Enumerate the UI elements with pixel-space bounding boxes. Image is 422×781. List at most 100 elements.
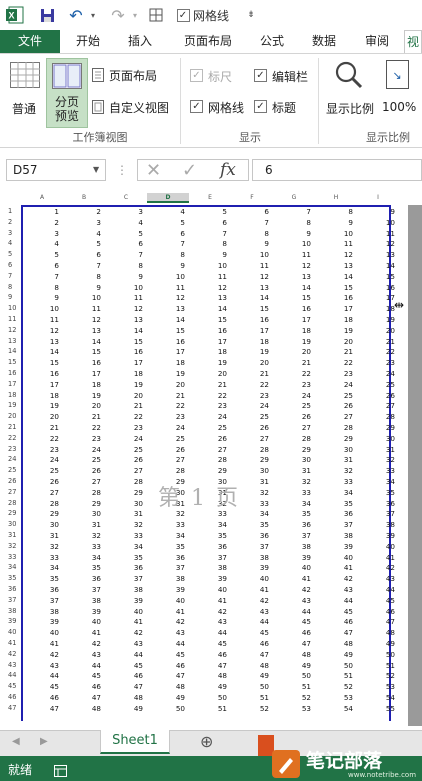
cell-b20[interactable]: 21 <box>63 412 101 421</box>
cell-c46[interactable]: 48 <box>105 693 143 702</box>
name-box-dropdown-icon[interactable]: ▼ <box>93 165 99 174</box>
row-header[interactable]: 42 <box>8 650 21 658</box>
cell-g20[interactable]: 26 <box>273 412 311 421</box>
cell-b5[interactable]: 6 <box>63 250 101 259</box>
row-header[interactable]: 46 <box>8 693 21 701</box>
cell-e14[interactable]: 18 <box>189 347 227 356</box>
cell-e1[interactable]: 5 <box>189 207 227 216</box>
cell-g10[interactable]: 16 <box>273 304 311 313</box>
row-header[interactable]: 27 <box>8 488 21 496</box>
row-header[interactable]: 45 <box>8 682 21 690</box>
cell-b42[interactable]: 43 <box>63 650 101 659</box>
cell-c26[interactable]: 28 <box>105 477 143 486</box>
cell-b46[interactable]: 47 <box>63 693 101 702</box>
cell-h19[interactable]: 26 <box>315 401 353 410</box>
cell-d15[interactable]: 18 <box>147 358 185 367</box>
cell-c12[interactable]: 14 <box>105 326 143 335</box>
row-header[interactable]: 32 <box>8 542 21 550</box>
cell-c20[interactable]: 22 <box>105 412 143 421</box>
cell-f44[interactable]: 49 <box>231 671 269 680</box>
cell-g6[interactable]: 12 <box>273 261 311 270</box>
cell-f45[interactable]: 50 <box>231 682 269 691</box>
cell-i5[interactable]: 13 <box>357 250 395 259</box>
cell-a31[interactable]: 31 <box>21 531 59 540</box>
cell-c8[interactable]: 10 <box>105 283 143 292</box>
row-header[interactable]: 36 <box>8 585 21 593</box>
cell-d21[interactable]: 24 <box>147 423 185 432</box>
cell-g42[interactable]: 48 <box>273 650 311 659</box>
cell-c25[interactable]: 27 <box>105 466 143 475</box>
next-sheet-icon[interactable]: ▶ <box>40 736 48 747</box>
cell-d13[interactable]: 16 <box>147 337 185 346</box>
cell-g33[interactable]: 39 <box>273 553 311 562</box>
cell-i8[interactable]: 16 <box>357 283 395 292</box>
cell-f30[interactable]: 35 <box>231 520 269 529</box>
cell-e41[interactable]: 45 <box>189 639 227 648</box>
cell-i6[interactable]: 14 <box>357 261 395 270</box>
cell-b19[interactable]: 20 <box>63 401 101 410</box>
cell-e11[interactable]: 15 <box>189 315 227 324</box>
cell-b3[interactable]: 4 <box>63 229 101 238</box>
cell-b17[interactable]: 18 <box>63 380 101 389</box>
cell-c17[interactable]: 19 <box>105 380 143 389</box>
cell-a41[interactable]: 41 <box>21 639 59 648</box>
row-header[interactable]: 15 <box>8 358 21 366</box>
cell-b12[interactable]: 13 <box>63 326 101 335</box>
cell-d3[interactable]: 6 <box>147 229 185 238</box>
row-header[interactable]: 19 <box>8 401 21 409</box>
cell-g24[interactable]: 30 <box>273 455 311 464</box>
cell-a26[interactable]: 26 <box>21 477 59 486</box>
column-header-d[interactable]: D <box>147 193 189 203</box>
cell-a6[interactable]: 6 <box>21 261 59 270</box>
cell-d32[interactable]: 35 <box>147 542 185 551</box>
cell-d43[interactable]: 46 <box>147 661 185 670</box>
cell-g40[interactable]: 46 <box>273 628 311 637</box>
cell-c23[interactable]: 25 <box>105 445 143 454</box>
prev-sheet-icon[interactable]: ◀ <box>12 736 20 747</box>
cell-f18[interactable]: 23 <box>231 391 269 400</box>
row-header[interactable]: 4 <box>8 239 21 247</box>
cell-c29[interactable]: 31 <box>105 509 143 518</box>
cell-b18[interactable]: 19 <box>63 391 101 400</box>
row-header[interactable]: 29 <box>8 509 21 517</box>
cell-c5[interactable]: 7 <box>105 250 143 259</box>
cell-h34[interactable]: 41 <box>315 563 353 572</box>
cell-b39[interactable]: 40 <box>63 617 101 626</box>
row-header[interactable]: 25 <box>8 466 21 474</box>
row-header[interactable]: 17 <box>8 380 21 388</box>
row-header[interactable]: 13 <box>8 337 21 345</box>
cell-c37[interactable]: 39 <box>105 596 143 605</box>
row-header[interactable]: 37 <box>8 596 21 604</box>
cell-e7[interactable]: 11 <box>189 272 227 281</box>
cell-i9[interactable]: 17 <box>357 293 395 302</box>
zoom-100-button[interactable]: ↘ 100% <box>380 58 420 120</box>
row-header[interactable]: 1 <box>8 207 21 215</box>
cell-i21[interactable]: 29 <box>357 423 395 432</box>
cell-c28[interactable]: 30 <box>105 499 143 508</box>
cell-d31[interactable]: 34 <box>147 531 185 540</box>
cell-b11[interactable]: 12 <box>63 315 101 324</box>
cell-b35[interactable]: 36 <box>63 574 101 583</box>
cell-b23[interactable]: 24 <box>63 445 101 454</box>
cell-d17[interactable]: 20 <box>147 380 185 389</box>
cell-b31[interactable]: 32 <box>63 531 101 540</box>
redo-icon[interactable]: ↷ <box>108 5 128 25</box>
cell-c47[interactable]: 49 <box>105 704 143 713</box>
cell-d9[interactable]: 12 <box>147 293 185 302</box>
cell-a42[interactable]: 42 <box>21 650 59 659</box>
cell-g27[interactable]: 33 <box>273 488 311 497</box>
cell-f19[interactable]: 24 <box>231 401 269 410</box>
cell-a40[interactable]: 40 <box>21 628 59 637</box>
cell-b27[interactable]: 28 <box>63 488 101 497</box>
cell-b41[interactable]: 42 <box>63 639 101 648</box>
zoom-button[interactable]: 显示比例 <box>324 58 376 120</box>
normal-view-button[interactable]: 普通 <box>8 60 42 122</box>
cell-a9[interactable]: 9 <box>21 293 59 302</box>
cancel-icon[interactable]: ✕ <box>146 160 161 181</box>
row-header[interactable]: 31 <box>8 531 21 539</box>
cell-i23[interactable]: 31 <box>357 445 395 454</box>
cell-d4[interactable]: 7 <box>147 239 185 248</box>
page-layout-view-button[interactable]: 页面布局 <box>92 66 176 84</box>
cell-i25[interactable]: 33 <box>357 466 395 475</box>
row-header[interactable]: 43 <box>8 661 21 669</box>
